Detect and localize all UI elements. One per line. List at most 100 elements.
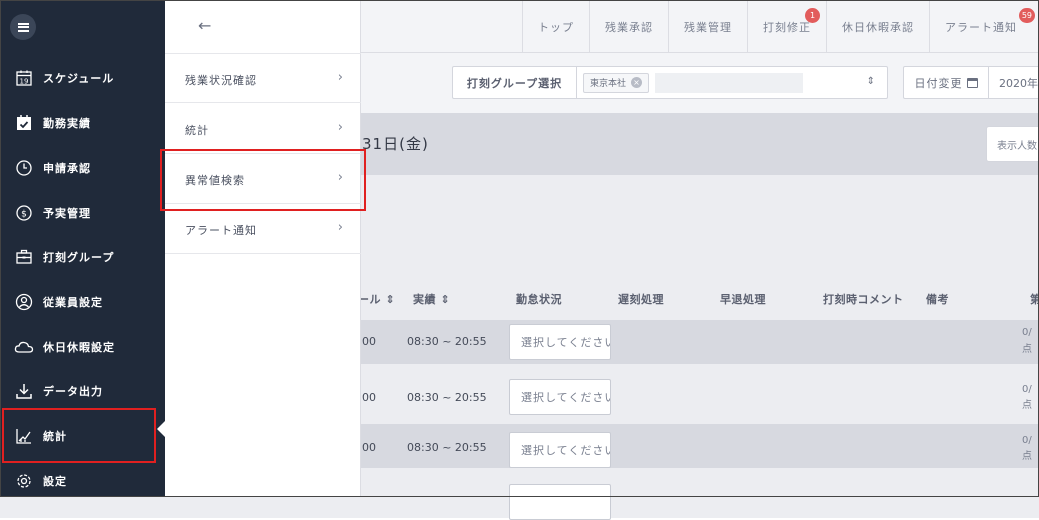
attendance-status-select[interactable] (509, 484, 611, 520)
topnav-label: 休日休暇承認 (842, 20, 914, 34)
chip-clear-icon[interactable]: × (631, 77, 643, 88)
cell-edge: 0/ (1022, 435, 1032, 446)
sidebar-item-label: 従業員設定 (43, 296, 103, 309)
stamp-group-select[interactable]: 打刻グループ選択 東京本社 × ⇕ (452, 66, 888, 99)
th-remarks: 備考 (926, 293, 949, 306)
submenu-item-anomaly-search[interactable]: 異常値検索 › (165, 154, 361, 204)
submenu-item-label: 統計 (185, 124, 209, 137)
chevron-right-icon: › (337, 220, 343, 235)
sidebar-item-label: スケジュール (43, 72, 115, 85)
attendance-status-select[interactable]: 選択してください (509, 432, 611, 468)
sidebar-item-label: 申請承認 (43, 162, 91, 175)
cell-edge: 0/ (1022, 384, 1032, 395)
topnav-top[interactable]: トップ (522, 0, 589, 53)
attendance-status-select[interactable]: 選択してください (509, 324, 611, 360)
sidebar-item-schedule[interactable]: 19 スケジュール (0, 56, 165, 100)
cell-schedule: 00 (362, 391, 376, 404)
cell-edge: 点 (1022, 400, 1032, 411)
sidebar: 19 スケジュール 勤務実績 申請承認 $ 予実管理 打刻グループ 従業員設定 (0, 0, 165, 497)
select-updown-icon: ⇕ (866, 76, 875, 87)
hamburger-menu-icon[interactable] (10, 14, 36, 40)
sidebar-item-label: 休日休暇設定 (43, 341, 115, 354)
submenu-item-alert-notice[interactable]: アラート通知 › (165, 204, 361, 254)
group-chip[interactable]: 東京本社 × (583, 72, 650, 93)
cell-actual: 08:30 ~ 20:55 (407, 335, 487, 348)
th-schedule[interactable]: ール ⇕ (358, 291, 395, 307)
group-search-input[interactable] (655, 72, 804, 93)
cell-edge: 点 (1022, 451, 1032, 462)
back-arrow-icon[interactable]: ← (198, 16, 211, 35)
date-field[interactable]: 2020年 (989, 66, 1039, 99)
topnav-label: 残業承認 (605, 20, 653, 34)
clock-icon (14, 158, 34, 178)
topnav-label: 打刻修正 (763, 20, 811, 34)
sidebar-item-label: 設定 (43, 475, 67, 488)
topnav-overtime-approval[interactable]: 残業承認 (589, 0, 668, 53)
cell-schedule: 00 (362, 441, 376, 454)
topnav-stamp-correction[interactable]: 打刻修正 1 (747, 0, 826, 53)
briefcase-icon (14, 247, 34, 267)
sidebar-item-label: 統計 (43, 430, 67, 443)
topnav-label: 残業管理 (684, 20, 732, 34)
gear-icon (14, 471, 34, 491)
th-early-leave-handling: 早退処理 (720, 293, 766, 306)
sidebar-item-label: 打刻グループ (43, 251, 115, 264)
topnav-alert-notice[interactable]: アラート通知 59 (929, 0, 1039, 53)
sidebar-item-holiday-settings[interactable]: 休日休暇設定 (0, 325, 165, 369)
calendar-check-icon (14, 113, 34, 133)
active-pointer (157, 421, 165, 437)
chevron-right-icon: › (337, 70, 343, 85)
calendar-day-text: 19 (20, 78, 29, 86)
svg-text:$: $ (21, 210, 27, 220)
topnav-holiday-approval[interactable]: 休日休暇承認 (826, 0, 929, 53)
chevron-right-icon: › (337, 170, 343, 185)
th-more: 第 (1030, 293, 1039, 306)
topnav-label: アラート通知 (945, 20, 1017, 34)
chart-icon (14, 426, 34, 446)
sidebar-item-label: データ出力 (43, 385, 103, 398)
sidebar-item-label: 予実管理 (43, 207, 91, 220)
group-chip-label: 東京本社 (590, 79, 627, 89)
show-count-button[interactable]: 表示人数 (986, 126, 1039, 162)
chevron-right-icon: › (337, 120, 343, 135)
calendar-icon: 19 (14, 68, 34, 88)
notification-badge: 1 (805, 8, 820, 23)
sidebar-item-work-record[interactable]: 勤務実績 (0, 101, 165, 145)
topnav-overtime-management[interactable]: 残業管理 (668, 0, 747, 53)
attendance-status-select[interactable]: 選択してください (509, 379, 611, 415)
sidebar-item-data-export[interactable]: データ出力 (0, 369, 165, 413)
user-icon (14, 292, 34, 312)
date-title: 31日(金) (362, 135, 429, 153)
th-stamp-comment: 打刻時コメント (823, 293, 904, 306)
sidebar-item-statistics[interactable]: 統計 (0, 414, 165, 458)
sidebar-item-employee-settings[interactable]: 従業員設定 (0, 280, 165, 324)
stamp-group-label: 打刻グループ選択 (453, 67, 577, 98)
sidebar-item-approval[interactable]: 申請承認 (0, 146, 165, 190)
date-change-button[interactable]: 日付変更 (903, 66, 989, 99)
submenu-item-label: 残業状況確認 (185, 74, 257, 87)
cloud-icon (14, 337, 34, 357)
cell-edge: 点 (1022, 344, 1032, 355)
top-nav: トップ 残業承認 残業管理 打刻修正 1 休日休暇承認 アラート通知 59 (522, 0, 1039, 53)
submenu-item-label: アラート通知 (185, 224, 257, 237)
notification-badge: 59 (1018, 8, 1035, 23)
calendar-icon (966, 77, 978, 88)
sidebar-item-settings[interactable]: 設定 (0, 459, 165, 503)
submenu-item-statistics[interactable]: 統計 › (165, 104, 361, 154)
cell-edge: 0/ (1022, 327, 1032, 338)
download-icon (14, 381, 34, 401)
th-attendance-status: 勤怠状況 (516, 293, 562, 306)
date-change-label: 日付変更 (914, 76, 963, 90)
cell-actual: 08:30 ~ 20:55 (407, 441, 487, 454)
th-actual[interactable]: 実績 ⇕ (413, 291, 450, 307)
sidebar-item-label: 勤務実績 (43, 117, 91, 130)
sidebar-item-budget[interactable]: $ 予実管理 (0, 191, 165, 235)
submenu-item-label: 異常値検索 (185, 174, 245, 187)
th-late-handling: 遅刻処理 (618, 293, 664, 306)
cell-schedule: 00 (362, 335, 376, 348)
cell-actual: 08:30 ~ 20:55 (407, 391, 487, 404)
topnav-label: トップ (538, 20, 574, 34)
submenu-item-overtime-status[interactable]: 残業状況確認 › (165, 53, 361, 103)
sidebar-item-stamp-group[interactable]: 打刻グループ (0, 235, 165, 279)
dollar-icon: $ (14, 203, 34, 223)
